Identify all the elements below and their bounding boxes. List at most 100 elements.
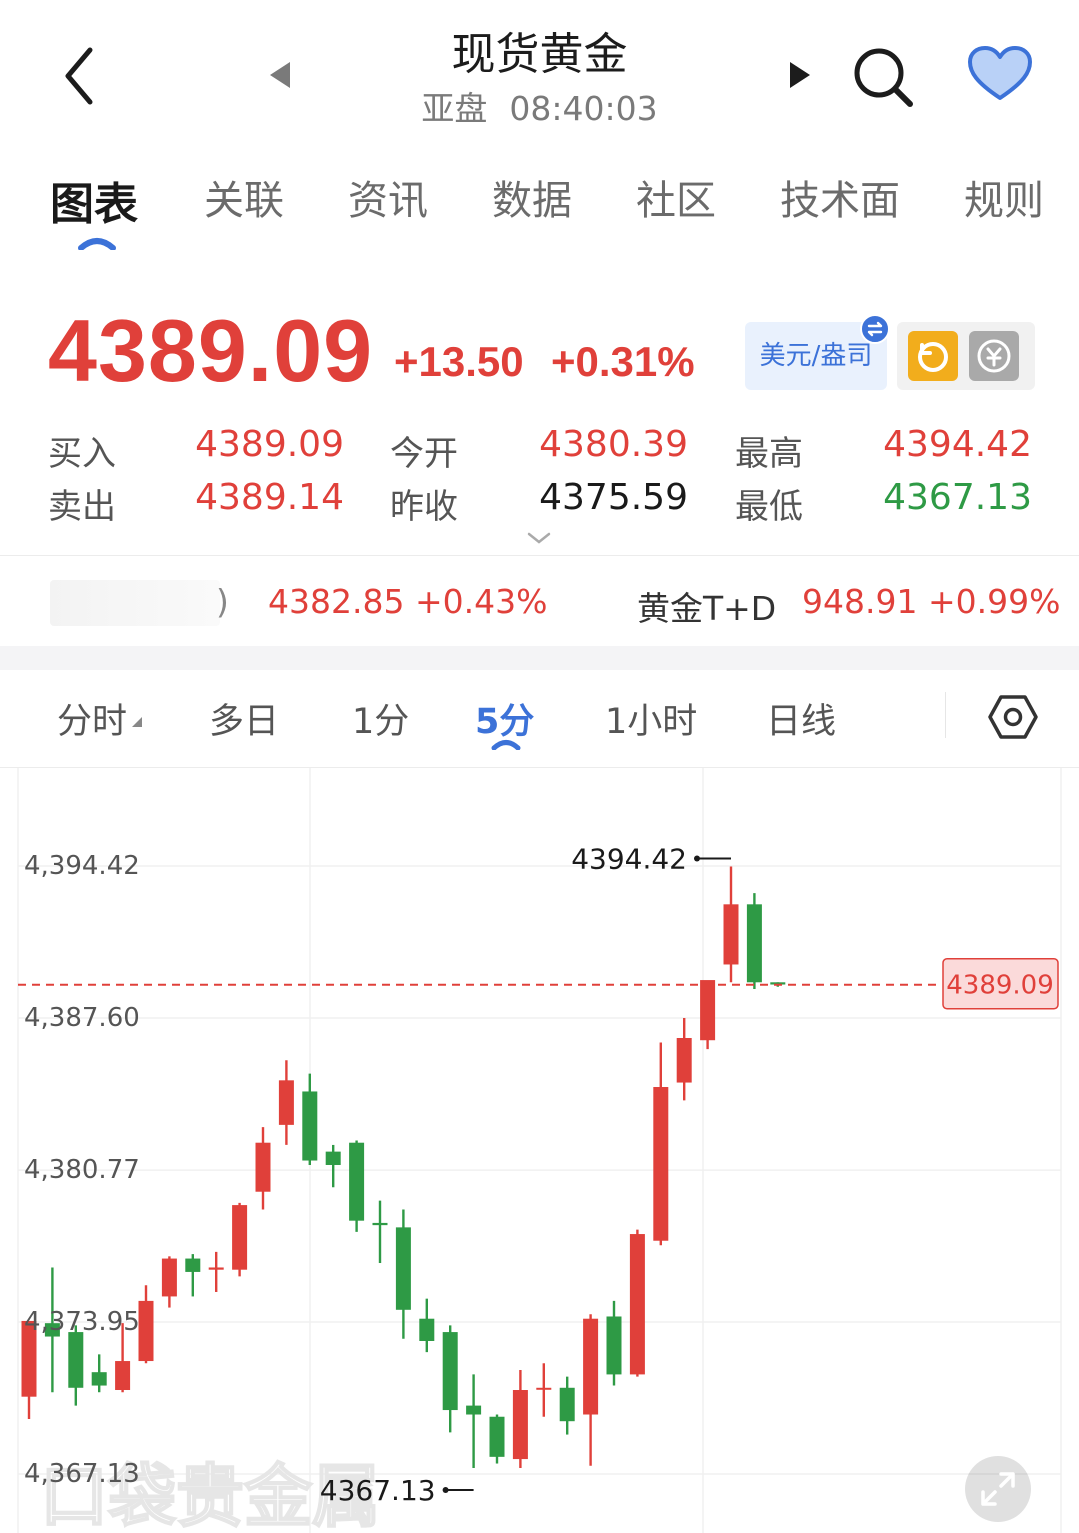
y-tick-label: 4,373.95 (24, 1307, 140, 1337)
candle (302, 1073, 318, 1165)
candle (68, 1325, 84, 1406)
candle (208, 1251, 224, 1292)
session-label: 亚盘 (421, 89, 488, 128)
high-value: 4394.42 (883, 424, 1032, 465)
main-tabs: 图表 关联 资讯 数据 社区 技术面 规则 (0, 168, 1079, 248)
related-pct-1: +0.99% (927, 582, 1061, 621)
tab-community[interactable]: 社区 (636, 168, 716, 226)
candle-body (466, 1405, 482, 1415)
period-divider (945, 692, 946, 738)
expand-button[interactable] (965, 1456, 1031, 1522)
low-annotation: 4367.13 (320, 1474, 474, 1507)
current-price-tag: 4389.09 (942, 957, 1059, 1010)
candle-body (559, 1387, 575, 1422)
candle-body (700, 980, 716, 1041)
current-price-label: 4389.09 (946, 971, 1054, 1001)
divider (0, 555, 1079, 556)
section-gap (0, 646, 1079, 670)
candle-body (606, 1316, 622, 1375)
candle (255, 1127, 271, 1210)
candle-body (653, 1087, 669, 1241)
swap-icon[interactable] (860, 314, 890, 344)
price-change-pct: +0.31% (551, 338, 695, 385)
open-value: 4380.39 (539, 424, 688, 465)
triangle-right-icon[interactable] (786, 58, 814, 92)
candle (278, 1060, 294, 1145)
quote-time: 08:40:03 (509, 89, 658, 128)
candle-body (208, 1267, 224, 1270)
y-tick-label: 4,387.60 (24, 1003, 140, 1033)
prev-close-label: 昨收 (390, 487, 458, 527)
tab-rules[interactable]: 规则 (964, 168, 1044, 226)
y-tick-label: 4,367.13 (24, 1459, 140, 1489)
related-price-0-value: 4382.85 (268, 582, 405, 621)
candle-body (746, 904, 762, 983)
candle (185, 1254, 201, 1297)
heart-icon[interactable] (966, 44, 1034, 104)
candle-body (115, 1361, 131, 1391)
buy-value: 4389.09 (195, 424, 344, 465)
candle (138, 1285, 154, 1364)
y-tick-label: 4,394.42 (24, 851, 140, 881)
currency-icon[interactable] (969, 331, 1019, 381)
replay-icon[interactable] (908, 331, 958, 381)
prev-close-value: 4375.59 (539, 477, 688, 518)
candle (583, 1314, 599, 1466)
tab-data[interactable]: 数据 (492, 168, 572, 226)
period-5min[interactable]: 5分 (475, 693, 534, 744)
last-price: 4389.09 (48, 301, 374, 400)
candle-body (161, 1258, 177, 1297)
candle (512, 1369, 528, 1468)
related-name-1[interactable]: 黄金T+D (637, 582, 776, 630)
candle-body (442, 1332, 458, 1411)
candle-body (583, 1318, 599, 1415)
candle (91, 1354, 107, 1393)
candle-body (349, 1142, 365, 1221)
candle-body (536, 1387, 552, 1390)
hexagon-settings-icon[interactable] (988, 694, 1038, 740)
session-time: 亚盘 08:40:03 (0, 82, 1079, 130)
period-1hour[interactable]: 1小时 (605, 693, 697, 744)
candle (419, 1298, 435, 1353)
y-tick-label: 4,380.77 (24, 1155, 140, 1185)
high-label: 最高 (735, 434, 803, 474)
period-active-indicator (491, 740, 521, 750)
candle (442, 1325, 458, 1433)
period-multiday[interactable]: 多日 (209, 693, 279, 744)
tab-technical[interactable]: 技术面 (780, 168, 900, 226)
open-label: 今开 (390, 434, 458, 474)
candle (746, 893, 762, 989)
candle (629, 1229, 645, 1377)
page-title: 现货黄金 (451, 29, 628, 80)
candle (676, 1017, 692, 1101)
related-price-1[interactable]: 948.91 +0.99% (802, 582, 1060, 621)
candle-body (138, 1300, 154, 1362)
tab-news[interactable]: 资讯 (348, 168, 428, 226)
sell-value: 4389.14 (195, 477, 344, 518)
related-price-0[interactable]: 4382.85 +0.43% (268, 582, 547, 621)
candlestick-chart[interactable]: 口袋贵金属 4,394.42 4,387.60 4,380.77 4,373.95 4,… (0, 768, 1079, 1533)
quick-tools (897, 322, 1035, 390)
candle (653, 1042, 669, 1246)
related-name-blurred (50, 580, 220, 626)
candle (489, 1414, 505, 1464)
period-daily[interactable]: 日线 (766, 693, 836, 744)
dropdown-triangle-icon (132, 717, 142, 727)
sell-label: 卖出 (48, 487, 116, 527)
chart-canvas[interactable]: 口袋贵金属 4,394.424,387.604,380.774,373.954,… (0, 768, 1079, 1533)
candle-body (232, 1205, 248, 1270)
tab-related[interactable]: 关联 (204, 168, 284, 226)
period-1min[interactable]: 1分 (352, 693, 409, 744)
candle-body (629, 1234, 645, 1375)
related-name-0[interactable]: ) (216, 582, 229, 621)
period-intraday[interactable]: 分时 (57, 693, 127, 744)
candle-body (372, 1222, 388, 1226)
candle (395, 1209, 411, 1339)
tab-chart[interactable]: 图表 (50, 168, 138, 232)
search-icon[interactable] (850, 44, 916, 110)
related-price-1-value: 948.91 (802, 582, 918, 621)
chevron-down-icon[interactable] (526, 530, 552, 546)
candle (606, 1300, 622, 1386)
candle-body (489, 1416, 505, 1457)
high-annotation-label: 4394.42 (571, 842, 687, 875)
